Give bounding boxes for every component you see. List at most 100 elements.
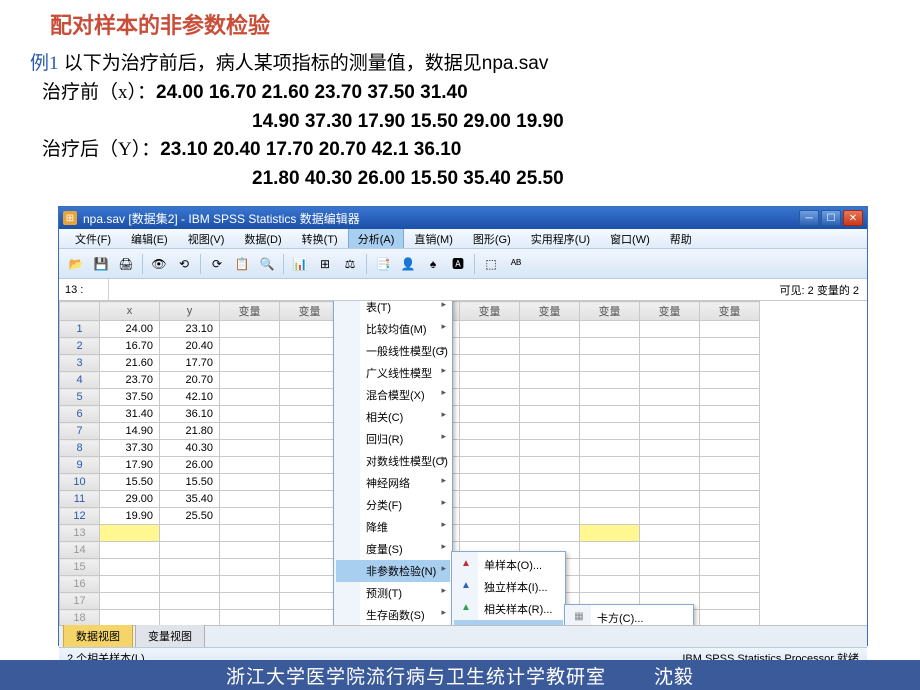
analyze-item-3[interactable]: 比较均值(M) — [336, 318, 450, 340]
empty-cell[interactable] — [520, 338, 580, 355]
empty-cell[interactable] — [280, 542, 340, 559]
row-number[interactable]: 4 — [60, 372, 100, 389]
nonparam-item-3[interactable]: 旧对话框(L) — [454, 620, 563, 625]
tab-variable-view[interactable]: 变量视图 — [135, 624, 205, 647]
empty-cell[interactable] — [640, 440, 700, 457]
empty-cell[interactable] — [700, 372, 760, 389]
toolbar-button-7[interactable]: 🔍 — [256, 253, 278, 275]
empty-cell[interactable] — [280, 338, 340, 355]
row-number[interactable]: 14 — [60, 542, 100, 559]
window-titlebar[interactable]: ⊞ npa.sav [数据集2] - IBM SPSS Statistics 数… — [59, 207, 867, 229]
row-number[interactable]: 12 — [60, 508, 100, 525]
cell[interactable]: 29.00 — [100, 491, 160, 508]
empty-cell[interactable] — [460, 423, 520, 440]
empty-cell[interactable] — [520, 321, 580, 338]
empty-cell[interactable] — [520, 355, 580, 372]
empty-cell[interactable] — [160, 593, 220, 610]
cell[interactable]: 36.10 — [160, 406, 220, 423]
empty-cell[interactable] — [700, 423, 760, 440]
menu-2[interactable]: 视图(V) — [178, 229, 235, 248]
tab-data-view[interactable]: 数据视图 — [63, 624, 133, 647]
empty-cell[interactable] — [280, 508, 340, 525]
nonparam-item-0[interactable]: ▲单样本(O)... — [454, 554, 563, 576]
empty-cell[interactable] — [580, 576, 640, 593]
empty-cell[interactable] — [640, 542, 700, 559]
empty-cell[interactable] — [700, 593, 760, 610]
menu-7[interactable]: 图形(G) — [463, 229, 521, 248]
empty-cell[interactable] — [700, 542, 760, 559]
row-number[interactable]: 18 — [60, 610, 100, 626]
empty-cell[interactable] — [700, 440, 760, 457]
analyze-item-14[interactable]: 非参数检验(N) — [336, 560, 450, 582]
empty-cell[interactable] — [280, 423, 340, 440]
analyze-item-15[interactable]: 预测(T) — [336, 582, 450, 604]
empty-cell[interactable] — [220, 389, 280, 406]
cell[interactable]: 24.00 — [100, 321, 160, 338]
menu-5[interactable]: 分析(A) — [348, 229, 405, 248]
empty-cell[interactable] — [280, 372, 340, 389]
toolbar-button-1[interactable]: 💾 — [90, 253, 112, 275]
empty-cell[interactable] — [520, 372, 580, 389]
empty-cell[interactable] — [640, 372, 700, 389]
empty-cell[interactable] — [580, 542, 640, 559]
minimize-button[interactable]: ─ — [799, 210, 819, 226]
empty-cell[interactable] — [700, 406, 760, 423]
empty-cell[interactable] — [580, 389, 640, 406]
close-button[interactable]: ✕ — [843, 210, 863, 226]
row-number[interactable]: 9 — [60, 457, 100, 474]
empty-cell[interactable] — [700, 338, 760, 355]
data-grid[interactable]: xy变量变量变量变量变量变量变量变量变量124.0023.10216.7020.… — [59, 301, 867, 625]
analyze-item-9[interactable]: 对数线性模型(O) — [336, 450, 450, 472]
toolbar-button-4[interactable]: ⟲ — [173, 253, 195, 275]
toolbar-button-8[interactable]: 📊 — [289, 253, 311, 275]
empty-cell[interactable] — [580, 355, 640, 372]
empty-cell[interactable] — [220, 559, 280, 576]
row-number[interactable]: 17 — [60, 593, 100, 610]
empty-cell[interactable] — [220, 542, 280, 559]
empty-cell[interactable] — [220, 610, 280, 626]
empty-cell[interactable] — [580, 525, 640, 542]
empty-cell[interactable] — [520, 457, 580, 474]
toolbar-button-10[interactable]: ⚖ — [339, 253, 361, 275]
column-header[interactable]: 变量 — [640, 302, 700, 321]
menu-0[interactable]: 文件(F) — [65, 229, 121, 248]
empty-cell[interactable] — [280, 525, 340, 542]
column-header[interactable]: 变量 — [280, 302, 340, 321]
menu-10[interactable]: 帮助 — [660, 229, 702, 248]
empty-cell[interactable] — [700, 355, 760, 372]
empty-cell[interactable] — [100, 593, 160, 610]
empty-cell[interactable] — [640, 321, 700, 338]
empty-cell[interactable] — [700, 610, 760, 626]
empty-cell[interactable] — [580, 491, 640, 508]
empty-cell[interactable] — [460, 406, 520, 423]
row-number[interactable]: 5 — [60, 389, 100, 406]
empty-cell[interactable] — [280, 593, 340, 610]
empty-cell[interactable] — [160, 576, 220, 593]
menu-8[interactable]: 实用程序(U) — [521, 229, 600, 248]
empty-cell[interactable] — [700, 457, 760, 474]
empty-cell[interactable] — [700, 321, 760, 338]
empty-cell[interactable] — [280, 491, 340, 508]
row-number[interactable]: 16 — [60, 576, 100, 593]
empty-cell[interactable] — [280, 576, 340, 593]
empty-cell[interactable] — [100, 542, 160, 559]
cell[interactable]: 23.70 — [100, 372, 160, 389]
empty-cell[interactable] — [700, 576, 760, 593]
column-header[interactable]: x — [100, 302, 160, 321]
toolbar-button-12[interactable]: 👤 — [397, 253, 419, 275]
toolbar-button-2[interactable]: 🖨 — [115, 253, 137, 275]
empty-cell[interactable] — [160, 559, 220, 576]
nonparam-item-1[interactable]: ▲独立样本(I)... — [454, 576, 563, 598]
cell[interactable]: 21.60 — [100, 355, 160, 372]
empty-cell[interactable] — [220, 355, 280, 372]
analyze-item-12[interactable]: 降维 — [336, 516, 450, 538]
cell[interactable]: 37.50 — [100, 389, 160, 406]
row-number[interactable]: 6 — [60, 406, 100, 423]
cell[interactable]: 26.00 — [160, 457, 220, 474]
empty-cell[interactable] — [160, 525, 220, 542]
toolbar-button-0[interactable]: 📂 — [65, 253, 87, 275]
empty-cell[interactable] — [700, 525, 760, 542]
cell[interactable]: 16.70 — [100, 338, 160, 355]
empty-cell[interactable] — [220, 372, 280, 389]
empty-cell[interactable] — [460, 389, 520, 406]
